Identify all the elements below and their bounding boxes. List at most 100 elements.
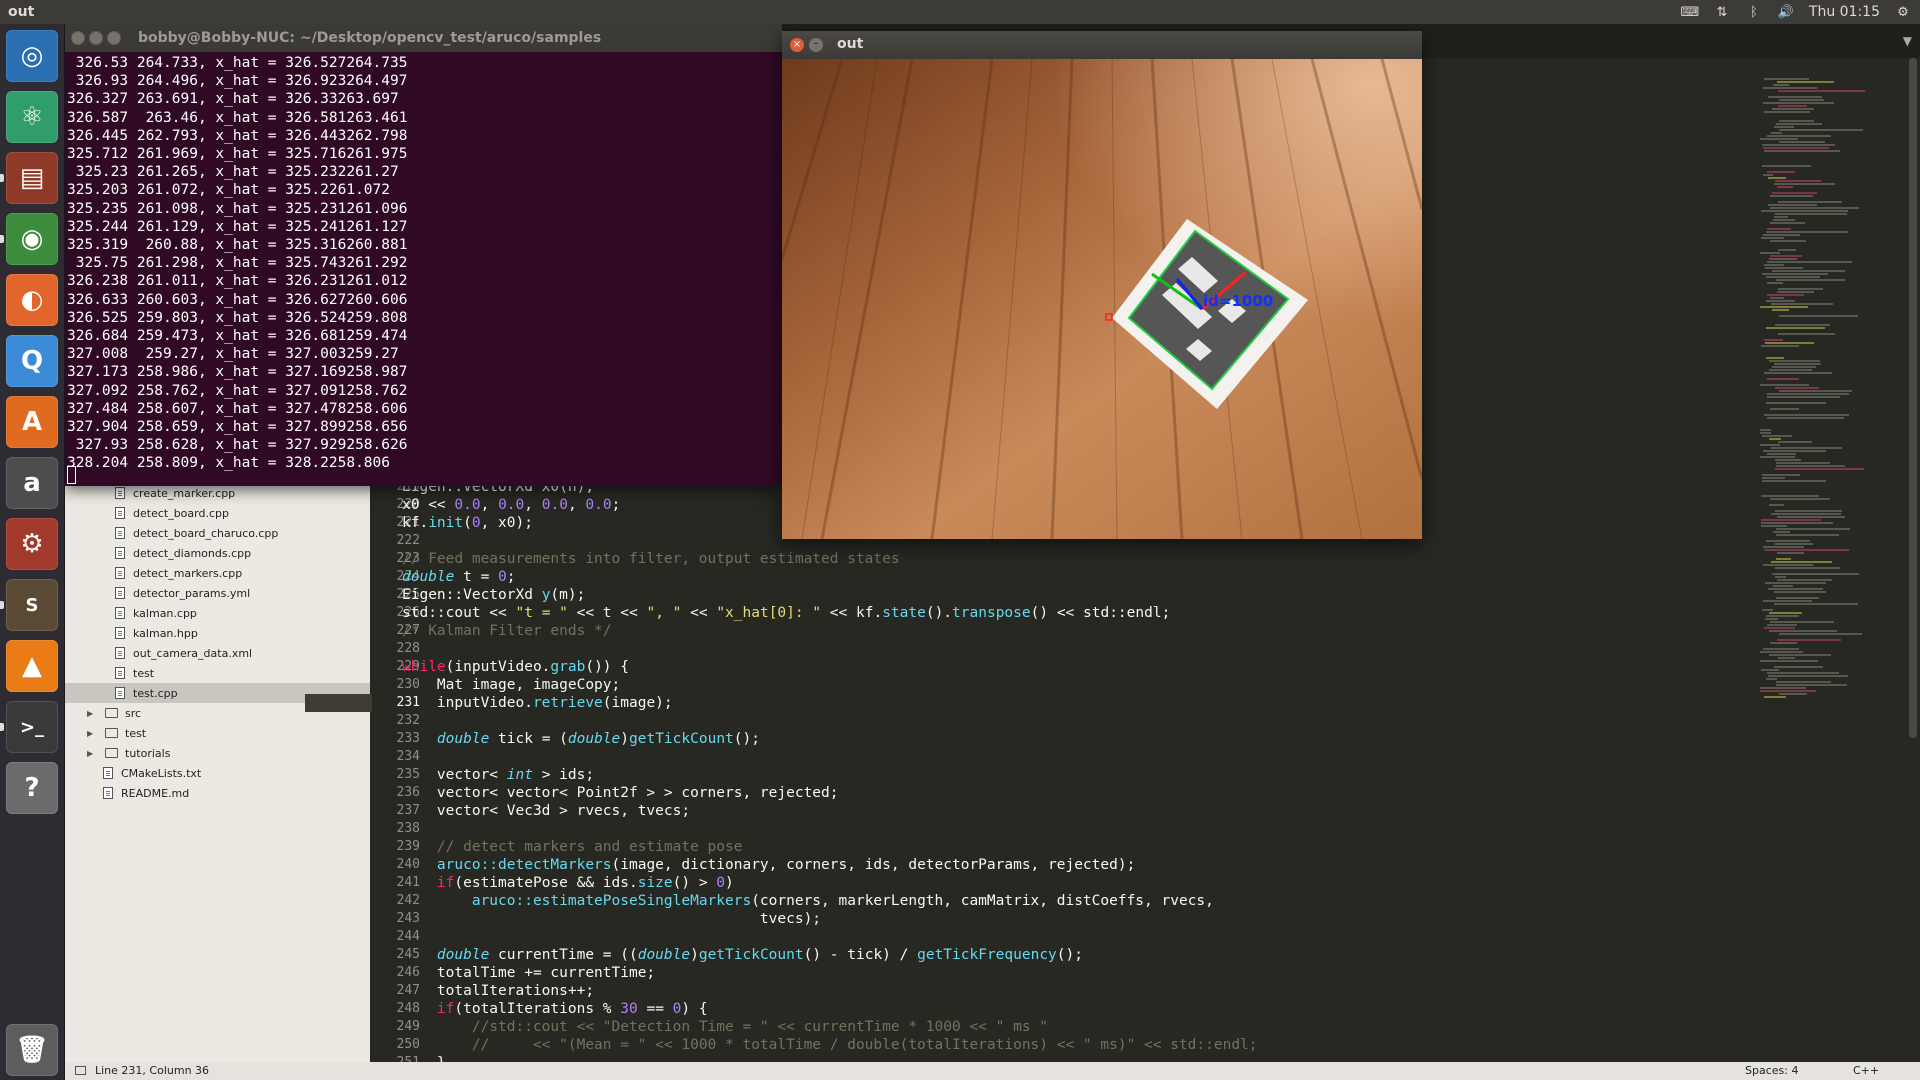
keyboard-icon[interactable]: ⌨ bbox=[1681, 3, 1700, 21]
launcher-vlc-icon[interactable]: ▲ bbox=[6, 640, 58, 692]
code-line[interactable]: double tick = (double)getTickCount(); bbox=[402, 730, 760, 748]
folder-expand-icon[interactable]: ▶ bbox=[87, 729, 97, 738]
sidebar-folder[interactable]: ▶ tutorials bbox=[65, 743, 370, 763]
code-line[interactable]: // Feed measurements into filter, output… bbox=[402, 550, 900, 568]
minimap-line bbox=[1776, 123, 1822, 125]
code-line[interactable]: totalIterations++; bbox=[402, 982, 594, 1000]
code-token: , bbox=[567, 497, 586, 513]
minimap-line bbox=[1767, 672, 1839, 674]
minimap-line bbox=[1764, 339, 1783, 341]
sidebar-file[interactable]: create_marker.cpp bbox=[65, 483, 370, 503]
out-minimize-button[interactable]: – bbox=[809, 38, 823, 52]
minimap-line bbox=[1766, 357, 1784, 359]
sidebar-folder[interactable]: ▶ test bbox=[65, 723, 370, 743]
minimap-line bbox=[1767, 261, 1852, 263]
code-line[interactable]: while(inputVideo.grab()) { bbox=[402, 658, 629, 676]
code-line[interactable]: tvecs); bbox=[402, 910, 821, 928]
code-line[interactable]: Eigen::VectorXd y(m); bbox=[402, 586, 585, 604]
launcher-files-icon[interactable]: ▤ bbox=[6, 152, 58, 204]
launcher-atom-editor-icon[interactable]: ⚛ bbox=[6, 91, 58, 143]
code-line[interactable]: //std::cout << "Detection Time = " << cu… bbox=[402, 1018, 1048, 1036]
sidebar-file[interactable]: kalman.cpp bbox=[65, 603, 370, 623]
code-line[interactable]: aruco::estimatePoseSingleMarkers(corners… bbox=[402, 892, 1214, 910]
code-token: ) bbox=[725, 875, 734, 891]
terminal-maximize-button[interactable] bbox=[107, 31, 121, 45]
clock[interactable]: Thu 01:15 bbox=[1809, 4, 1880, 20]
minimap[interactable] bbox=[1750, 58, 1920, 698]
sidebar-file[interactable]: kalman.hpp bbox=[65, 623, 370, 643]
out-image-window[interactable]: × – out id=1000 bbox=[782, 31, 1422, 539]
code-line[interactable]: if(totalIterations % 30 == 0) { bbox=[402, 1000, 708, 1018]
minimap-line bbox=[1770, 621, 1834, 623]
code-line[interactable]: kf.init(0, x0); bbox=[402, 514, 533, 532]
out-close-button[interactable]: × bbox=[790, 38, 804, 52]
launcher-dash-home-icon[interactable]: ◎ bbox=[6, 30, 58, 82]
code-token: if bbox=[436, 1001, 455, 1017]
file-icon bbox=[115, 507, 125, 519]
sidebar-file[interactable]: out_camera_data.xml bbox=[65, 643, 370, 663]
launcher-software-center-icon[interactable]: A bbox=[6, 396, 58, 448]
code-line[interactable]: Mat image, imageCopy; bbox=[402, 676, 620, 694]
editor-scrollbar[interactable] bbox=[1909, 58, 1917, 738]
sidebar-file[interactable]: detect_markers.cpp bbox=[65, 563, 370, 583]
volume-icon[interactable]: 🔊 bbox=[1777, 3, 1795, 21]
launcher-qq-icon[interactable]: Q bbox=[6, 335, 58, 387]
terminal-close-button[interactable] bbox=[71, 31, 85, 45]
terminal-output[interactable]: 326.53 264.733, x_hat = 326.527264.735 3… bbox=[65, 52, 782, 486]
minimap-line bbox=[1776, 465, 1845, 467]
gear-icon[interactable]: ⚙ bbox=[1894, 3, 1912, 21]
launcher-amazon-icon[interactable]: a bbox=[6, 457, 58, 509]
network-icon[interactable]: ⇅ bbox=[1713, 3, 1731, 21]
code-line[interactable]: vector< int > ids; bbox=[402, 766, 594, 784]
sidebar-file[interactable]: detect_diamonds.cpp bbox=[65, 543, 370, 563]
code-line[interactable]: double t = 0; bbox=[402, 568, 516, 586]
panel-toggle-icon[interactable] bbox=[75, 1066, 86, 1075]
code-line[interactable]: /* Kalman Filter ends */ bbox=[402, 622, 612, 640]
sidebar-file[interactable]: detect_board.cpp bbox=[65, 503, 370, 523]
code-token: 0 bbox=[498, 569, 507, 585]
launcher-firefox-icon[interactable]: ◐ bbox=[6, 274, 58, 326]
terminal-titlebar[interactable]: bobby@Bobby-NUC: ~/Desktop/opencv_test/a… bbox=[65, 24, 782, 52]
sidebar-file[interactable]: CMakeLists.txt bbox=[65, 763, 370, 783]
syntax-selector[interactable]: C++ bbox=[1853, 1064, 1879, 1077]
out-titlebar[interactable]: × – out bbox=[782, 31, 1422, 59]
code-line[interactable]: // << "(Mean = " << 1000 * totalTime / d… bbox=[402, 1036, 1258, 1054]
code-line[interactable]: inputVideo.retrieve(image); bbox=[402, 694, 673, 712]
code-line[interactable]: vector< Vec3d > rvecs, tvecs; bbox=[402, 802, 690, 820]
sidebar-file[interactable]: detector_params.yml bbox=[65, 583, 370, 603]
terminal-line: 325.75 261.298, x_hat = 325.743261.292 bbox=[67, 255, 408, 272]
code-line[interactable]: if(estimatePose && ids.size() > 0) bbox=[402, 874, 734, 892]
minimap-line bbox=[1762, 480, 1826, 482]
launcher-help-icon[interactable]: ? bbox=[6, 762, 58, 814]
folder-expand-icon[interactable]: ▶ bbox=[87, 709, 97, 718]
code-line[interactable]: x0 << 0.0, 0.0, 0.0, 0.0; bbox=[402, 496, 620, 514]
sidebar-file[interactable]: test bbox=[65, 663, 370, 683]
launcher-terminal-icon[interactable]: >_ bbox=[6, 701, 58, 753]
sidebar-file[interactable]: detect_board_charuco.cpp bbox=[65, 523, 370, 543]
minimap-line bbox=[1770, 222, 1805, 224]
terminal-window[interactable]: bobby@Bobby-NUC: ~/Desktop/opencv_test/a… bbox=[65, 24, 782, 486]
code-token: vector< bbox=[402, 767, 507, 783]
launcher-trash-icon[interactable]: 🗑 bbox=[6, 1024, 58, 1077]
code-line[interactable]: // detect markers and estimate pose bbox=[402, 838, 743, 856]
status-bar: Line 231, Column 36 Spaces: 4 C++ bbox=[65, 1062, 1920, 1080]
code-line[interactable]: double currentTime = ((double)getTickCou… bbox=[402, 946, 1083, 964]
code-line[interactable]: aruco::detectMarkers(image, dictionary, … bbox=[402, 856, 1135, 874]
minimap-line bbox=[1764, 111, 1810, 113]
terminal-minimize-button[interactable] bbox=[89, 31, 103, 45]
launcher-system-settings-icon[interactable]: ⚙ bbox=[6, 518, 58, 570]
folder-expand-icon[interactable]: ▶ bbox=[87, 749, 97, 758]
launcher-chrome-icon[interactable]: ◉ bbox=[6, 213, 58, 265]
terminal-title: bobby@Bobby-NUC: ~/Desktop/opencv_test/a… bbox=[138, 30, 602, 46]
minimap-line bbox=[1776, 681, 1831, 683]
code-line[interactable]: totalTime += currentTime; bbox=[402, 964, 655, 982]
launcher-sublime-text-icon[interactable]: S bbox=[6, 579, 58, 631]
bluetooth-icon[interactable]: ᛒ bbox=[1745, 3, 1763, 21]
sidebar-item-label: CMakeLists.txt bbox=[121, 766, 202, 780]
terminal-line: 327.008 259.27, x_hat = 327.003259.27 bbox=[67, 346, 399, 363]
indent-setting[interactable]: Spaces: 4 bbox=[1745, 1064, 1798, 1077]
code-line[interactable]: std::cout << "t = " << t << ", " << "x_h… bbox=[402, 604, 1170, 622]
tab-list-chevron-icon[interactable]: ▼ bbox=[1903, 34, 1912, 48]
sidebar-file[interactable]: README.md bbox=[65, 783, 370, 803]
code-line[interactable]: vector< vector< Point2f > > corners, rej… bbox=[402, 784, 839, 802]
